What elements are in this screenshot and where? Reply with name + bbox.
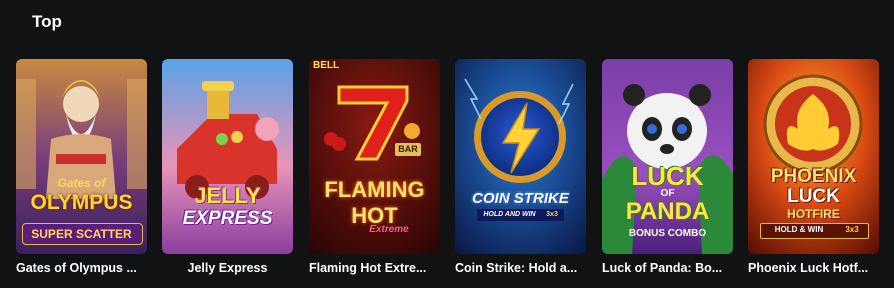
art-text: BAR <box>398 144 418 154</box>
art-text: HOLD & WIN <box>774 225 824 234</box>
art-text: 3x3 <box>546 211 558 218</box>
coin-strike-art <box>455 59 586 254</box>
art-text: FLAMING <box>324 177 425 202</box>
art-text: HOLD AND WIN <box>483 211 536 218</box>
game-thumbnail[interactable]: LUCK OF PANDA BONUS COMBO <box>602 59 733 254</box>
game-title[interactable]: Phoenix Luck Hotf... <box>748 261 879 275</box>
game-card-luck-of-panda[interactable]: LUCK OF PANDA BONUS COMBO Luck of Panda:… <box>602 59 733 281</box>
art-text: EXPRESS <box>182 208 273 229</box>
game-title[interactable]: Jelly Express <box>162 261 293 275</box>
game-title[interactable]: Coin Strike: Hold a... <box>455 261 586 275</box>
games-row: Gates of OLYMPUS SUPER SCATTER Gates of … <box>16 59 886 284</box>
section-title: Top <box>32 12 62 31</box>
art-text: SUPER SCATTER <box>31 227 132 241</box>
game-thumbnail[interactable]: BELL BAR FLAMING HOT Extreme <box>309 59 440 254</box>
game-title[interactable]: Gates of Olympus ... <box>16 261 147 275</box>
game-thumbnail[interactable]: COIN STRIKE HOLD AND WIN 3x3 <box>455 59 586 254</box>
art-text: Extreme <box>369 224 409 235</box>
game-thumbnail[interactable]: PHOENIX LUCK HOTFIRE HOLD & WIN 3x3 <box>748 59 879 254</box>
art-text: PANDA <box>625 198 710 225</box>
game-title[interactable]: Luck of Panda: Bo... <box>602 261 733 275</box>
art-text: LUCK <box>787 186 840 207</box>
game-thumbnail[interactable]: Gates of OLYMPUS SUPER SCATTER <box>16 59 147 254</box>
art-text: PHOENIX <box>770 166 857 187</box>
game-card-coin-strike[interactable]: COIN STRIKE HOLD AND WIN 3x3 Coin Strike… <box>455 59 586 281</box>
game-title[interactable]: Flaming Hot Extre... <box>309 261 440 275</box>
game-card-flaming-hot-extreme[interactable]: BELL BAR FLAMING HOT Extreme Flaming Hot… <box>309 59 440 281</box>
art-text: HOTFIRE <box>787 207 840 221</box>
game-card-phoenix-luck-hotfire[interactable]: PHOENIX LUCK HOTFIRE HOLD & WIN 3x3 Phoe… <box>748 59 879 281</box>
art-text: JELLY <box>194 183 261 208</box>
art-text: LUCK <box>631 161 704 191</box>
art-text: BELL <box>313 60 340 71</box>
art-text: OLYMPUS <box>30 191 133 214</box>
art-text: Gates of <box>57 176 106 190</box>
art-text: 3x3 <box>845 225 859 234</box>
art-text: COIN STRIKE <box>472 190 569 207</box>
game-thumbnail[interactable]: JELLY EXPRESS <box>162 59 293 254</box>
game-card-gates-of-olympus[interactable]: Gates of OLYMPUS SUPER SCATTER Gates of … <box>16 59 147 281</box>
art-text: BONUS COMBO <box>628 228 707 239</box>
game-card-jelly-express[interactable]: JELLY EXPRESS Jelly Express <box>162 59 293 281</box>
